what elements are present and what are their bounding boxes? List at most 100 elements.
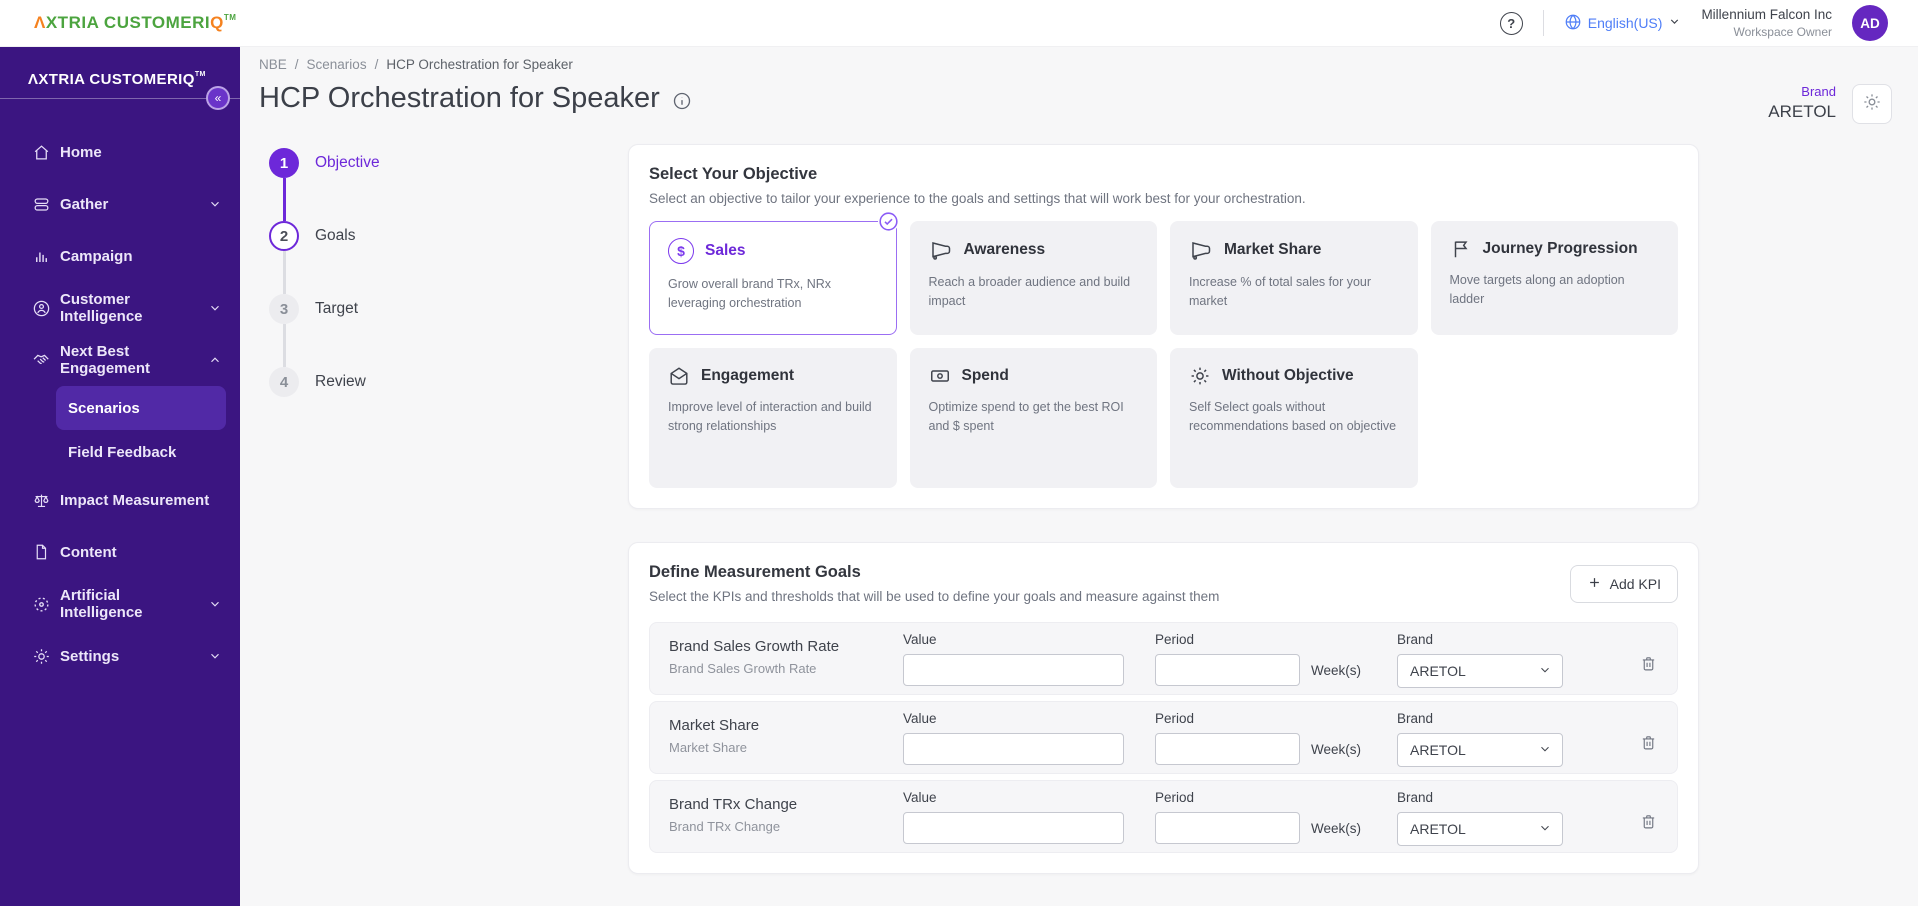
sidebar-item-next-best-engagement[interactable]: Next Best Engagement [0, 334, 240, 386]
objective-card-without-objective[interactable]: Without Objective Self Select goals with… [1170, 348, 1418, 488]
avatar-initials: AD [1860, 15, 1880, 31]
period-input[interactable] [1155, 812, 1300, 844]
language-selector[interactable]: English(US) [1564, 13, 1682, 34]
step-review[interactable]: 4 Review [269, 367, 628, 397]
objective-card-sales[interactable]: $ Sales Grow overall brand TRx, NRx leve… [649, 211, 899, 335]
language-label: English(US) [1587, 15, 1663, 31]
sidebar-item-label: Artificial Intelligence [60, 587, 143, 621]
delete-kpi-button[interactable] [1640, 813, 1657, 830]
avatar[interactable]: AD [1852, 5, 1888, 41]
logo-text: XTRIA CUSTOMERI [45, 13, 211, 32]
add-kpi-button[interactable]: Add KPI [1569, 565, 1678, 603]
value-label: Value [903, 790, 937, 805]
breadcrumb-scenarios[interactable]: Scenarios [307, 57, 367, 72]
objective-card-name: Journey Progression [1482, 240, 1638, 257]
period-input[interactable] [1155, 654, 1300, 686]
objective-card-name: Engagement [701, 367, 795, 384]
sidebar-item-field-feedback[interactable]: Field Feedback [56, 430, 226, 474]
sidebar-collapse-button[interactable]: « [206, 86, 230, 110]
period-label: Period [1155, 632, 1195, 647]
sidebar-item-label: Settings [60, 647, 120, 665]
sidebar-item-customer-intelligence[interactable]: Customer Intelligence [0, 282, 240, 334]
value-input[interactable] [903, 733, 1124, 765]
value-input[interactable] [903, 812, 1124, 844]
value-input[interactable] [903, 654, 1124, 686]
megaphone-icon [1189, 238, 1213, 262]
period-unit: Week(s) [1311, 820, 1362, 836]
sidebar-item-scenarios[interactable]: Scenarios [56, 386, 226, 430]
objective-card-market-share[interactable]: Market Share Increase % of total sales f… [1170, 221, 1418, 335]
breadcrumb: NBE / Scenarios / HCP Orchestration for … [259, 57, 1892, 72]
brand-label: Brand [1397, 711, 1434, 726]
sidebar-item-label: Gather [60, 195, 109, 213]
step-label: Objective [315, 154, 380, 171]
step-connector [283, 178, 286, 221]
period-input[interactable] [1155, 733, 1300, 765]
handshake-icon [32, 350, 52, 370]
objective-card-name: Spend [961, 367, 1009, 384]
brand-select[interactable]: ARETOL [1397, 812, 1563, 846]
step-label: Target [315, 300, 359, 317]
objective-panel-subtitle: Select an objective to tailor your exper… [649, 191, 1306, 206]
brand-block: Brand ARETOL [1768, 84, 1836, 123]
breadcrumb-nbe[interactable]: NBE [259, 57, 287, 72]
kpi-subtitle: Brand TRx Change [669, 819, 781, 834]
info-icon[interactable] [672, 91, 692, 111]
objective-card-engagement[interactable]: Engagement Improve level of interaction … [649, 348, 897, 488]
workspace-info: Millennium Falcon Inc Workspace Owner [1701, 6, 1832, 40]
chevron-down-icon [208, 597, 222, 611]
brand-select[interactable]: ARETOL [1397, 733, 1563, 767]
wizard-stepper: 1 Objective 2 Goals 3 Target 4 Review [259, 127, 628, 874]
objective-card-awareness[interactable]: Awareness Reach a broader audience and b… [909, 221, 1157, 335]
top-header: ΛXTRIA CUSTOMERIQTM ? English(US) Millen… [0, 0, 1918, 47]
delete-kpi-button[interactable] [1640, 734, 1657, 751]
banknote-icon [929, 365, 951, 387]
objective-card-spend[interactable]: Spend Optimize spend to get the best ROI… [909, 348, 1157, 488]
kpi-rows: Brand Sales Growth Rate Brand Sales Grow… [649, 622, 1678, 853]
sidebar-item-gather[interactable]: Gather [0, 178, 240, 230]
company-name: Millennium Falcon Inc [1701, 6, 1832, 22]
chevron-down-icon [1538, 663, 1552, 680]
kpi-name: Market Share [669, 717, 760, 734]
sidebar-item-label: Campaign [60, 247, 133, 265]
period-unit: Week(s) [1311, 741, 1362, 757]
sidebar-item-settings[interactable]: Settings [0, 630, 240, 682]
sidebar-item-content[interactable]: Content [0, 526, 240, 578]
chevron-down-icon [208, 197, 222, 211]
sidebar-logo-text: XTRIA CUSTOMERI [38, 71, 183, 88]
brand-label: Brand [1801, 84, 1836, 99]
page-title: HCP Orchestration for Speaker [259, 82, 692, 115]
sidebar-item-impact-measurement[interactable]: Impact Measurement [0, 474, 240, 526]
objective-cards: $ Sales Grow overall brand TRx, NRx leve… [649, 211, 1678, 488]
objective-card-description: Self Select goals without recommendation… [1189, 400, 1397, 434]
sidebar-item-home[interactable]: Home [0, 126, 240, 178]
value-label: Value [903, 632, 937, 647]
objective-panel-title: Select Your Objective [649, 165, 818, 183]
step-objective[interactable]: 1 Objective [269, 148, 628, 178]
kpi-name: Brand TRx Change [669, 796, 798, 813]
logo-tm: TM [223, 13, 237, 22]
brand-value: ARETOL [1768, 101, 1836, 121]
sidebar-logo-tm: TM [194, 71, 206, 78]
breadcrumb-separator: / [294, 57, 299, 72]
check-circle-icon [877, 211, 899, 232]
delete-kpi-button[interactable] [1640, 655, 1657, 672]
sidebar-item-label: Home [60, 143, 102, 161]
objective-card-journey-progression[interactable]: Journey Progression Move targets along a… [1430, 221, 1678, 335]
mail-open-icon [668, 365, 690, 387]
brand-select[interactable]: ARETOL [1397, 654, 1563, 688]
sidebar-logo: ΛXTRIA CUSTOMERIQTM [0, 47, 240, 98]
sidebar-item-artificial-intelligence[interactable]: Artificial Intelligence [0, 578, 240, 630]
step-target[interactable]: 3 Target [269, 294, 628, 324]
step-goals[interactable]: 2 Goals [269, 221, 628, 251]
brand-label: Brand [1397, 632, 1434, 647]
step-number: 3 [269, 294, 299, 324]
goals-panel-subtitle: Select the KPIs and thresholds that will… [649, 589, 1220, 604]
sidebar-item-label: Field Feedback [68, 443, 177, 461]
settings-gear-button[interactable] [1852, 84, 1892, 124]
sidebar-item-campaign[interactable]: Campaign [0, 230, 240, 282]
objective-card-description: Increase % of total sales for your marke… [1189, 275, 1372, 309]
kpi-subtitle: Brand Sales Growth Rate [669, 661, 817, 676]
help-icon[interactable]: ? [1499, 11, 1523, 35]
select-objective-panel: Select Your Objective Select an objectiv… [628, 144, 1699, 509]
